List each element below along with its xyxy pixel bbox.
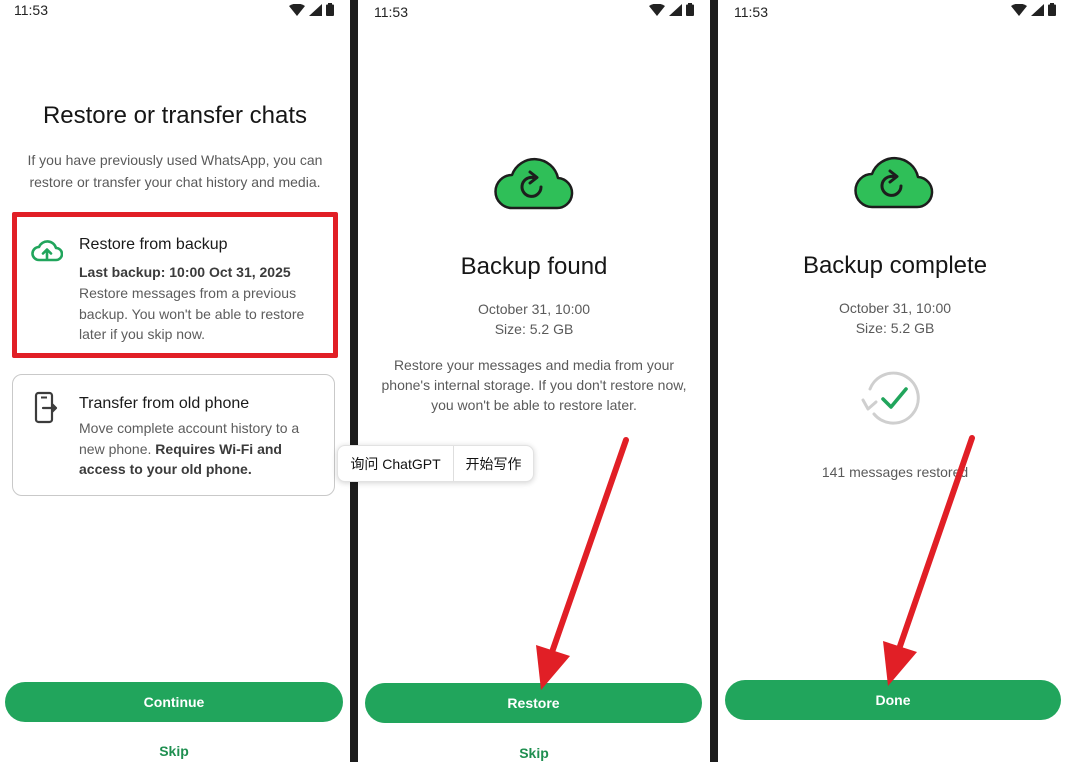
annotation-arrows [536,435,975,690]
arrow-to-done-button [883,435,975,686]
arrow-to-restore-button [536,437,629,690]
